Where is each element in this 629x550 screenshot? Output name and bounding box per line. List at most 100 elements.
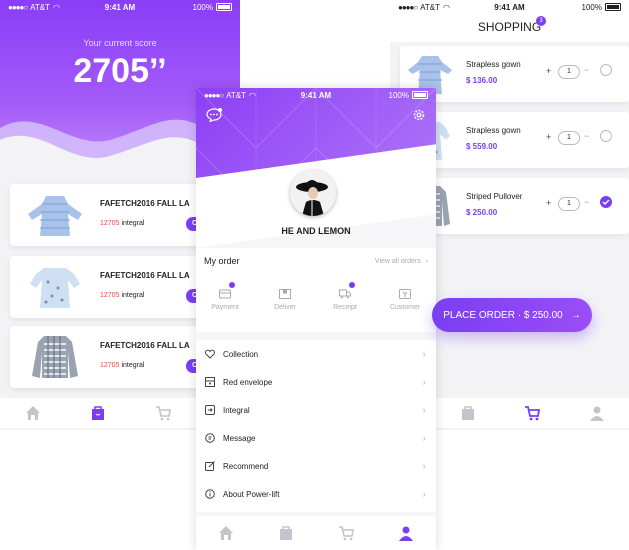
tab-user[interactable] [565, 405, 629, 421]
receipt-icon [339, 282, 355, 299]
avatar[interactable] [290, 170, 336, 216]
order-label: Payment [211, 304, 239, 311]
order-receipt[interactable]: Receipt [316, 282, 374, 311]
product-title: FAFETCH2016 FALL LA [100, 199, 190, 208]
product-integral: 12705 integral [100, 220, 144, 227]
username: HE AND LEMON [281, 226, 351, 236]
message-icon [205, 433, 215, 443]
tab-home[interactable] [0, 405, 65, 421]
deliver-icon [279, 286, 291, 299]
view-all-label: View all orders [374, 258, 421, 265]
item-name: Strapless gown [466, 126, 521, 135]
quantity-field[interactable]: 1 [558, 131, 580, 145]
user-icon [589, 406, 604, 421]
item-price: $ 250.00 [466, 208, 498, 217]
badge-dot [349, 282, 355, 288]
tab-bar [0, 398, 196, 428]
battery-percent: 100% [581, 2, 602, 12]
item-price: $ 136.00 [466, 76, 498, 85]
tab-cart[interactable] [316, 525, 376, 541]
menu-item-collection[interactable]: Collection › [196, 340, 436, 368]
tab-bag[interactable] [256, 525, 316, 541]
decrease-button[interactable]: − [584, 197, 589, 207]
menu-label: Collection [223, 349, 259, 359]
cart-icon [156, 406, 172, 421]
select-checkbox[interactable] [600, 130, 612, 142]
avatar-image [290, 170, 336, 216]
settings-button[interactable] [412, 108, 426, 127]
item-name: Striped Pullover [466, 192, 523, 201]
view-all-orders-link[interactable]: View all orders › [375, 258, 428, 265]
place-order-label: PLACE ORDER · $ 250.00 [443, 309, 563, 321]
home-icon [25, 406, 40, 420]
payment-icon [219, 282, 235, 299]
home-icon [219, 526, 233, 540]
order-payment[interactable]: Payment [196, 282, 254, 311]
info-icon [205, 489, 215, 499]
envelope-icon [205, 377, 215, 387]
user-icon [399, 526, 413, 541]
order-label: Customer [389, 304, 421, 311]
decrease-button[interactable]: − [584, 65, 589, 75]
menu-item-message[interactable]: Message › [196, 424, 436, 452]
tab-cart[interactable] [500, 405, 564, 421]
menu-item-red-envelope[interactable]: Red envelope › [196, 368, 436, 396]
order-label: Receipt [333, 304, 357, 311]
product-image [28, 196, 82, 236]
chevron-right-icon: › [422, 404, 426, 416]
quantity-field[interactable]: 1 [558, 65, 580, 79]
menu-item-recommend[interactable]: Recommend › [196, 452, 436, 480]
item-price: $ 559.00 [466, 142, 498, 151]
arrow-right-icon: → [570, 309, 581, 321]
tab-user[interactable] [376, 525, 436, 541]
quantity-field[interactable]: 1 [558, 197, 580, 211]
points-value: 12705 [100, 220, 120, 227]
chat-icon [206, 108, 222, 123]
tab-bag[interactable] [436, 405, 500, 421]
tab-home[interactable] [196, 525, 256, 541]
heart-icon [205, 349, 215, 359]
status-bar: ●●●●○ AT&T ◠ 9:41 AM 100% [0, 0, 240, 14]
status-bar: ●●●●○ AT&T ◠ 9:41 AM 100% [390, 0, 629, 14]
battery-icon [412, 91, 428, 99]
tab-bar [196, 516, 436, 550]
bag-icon [91, 406, 104, 420]
select-checkbox[interactable] [600, 64, 612, 76]
menu-item-about[interactable]: About Power-lift › [196, 480, 436, 508]
increase-button[interactable]: + [546, 132, 551, 142]
bag-icon [462, 406, 475, 420]
product-integral: 12705 integral [100, 292, 144, 299]
increase-button[interactable]: + [546, 66, 551, 76]
tab-bag[interactable] [65, 405, 130, 421]
battery-icon [216, 3, 232, 11]
item-name: Strapless gown [466, 60, 521, 69]
bag-icon [280, 526, 292, 540]
decrease-button[interactable]: − [584, 131, 589, 141]
battery-percent: 100% [192, 2, 213, 12]
place-order-button[interactable]: PLACE ORDER · $ 250.00 → [432, 298, 592, 332]
order-deliver[interactable]: Deliver [256, 286, 314, 311]
customer-icon [399, 286, 411, 299]
product-image [30, 268, 80, 308]
chevron-right-icon: › [422, 376, 426, 388]
select-checkbox[interactable] [600, 196, 612, 208]
tab-cart[interactable] [131, 405, 196, 421]
menu-label: About Power-lift [223, 489, 280, 499]
order-customer[interactable]: Customer [376, 286, 434, 311]
cart-count-badge: 3 [536, 16, 546, 26]
chevron-right-icon: › [422, 460, 426, 472]
product-title: FAFETCH2016 FALL LA [100, 271, 190, 280]
increase-button[interactable]: + [546, 198, 551, 208]
message-button[interactable] [206, 108, 222, 127]
order-label: Deliver [274, 304, 296, 311]
my-order-title: My order [204, 256, 240, 266]
my-order-section: My order View all orders › Payment Deliv… [196, 248, 436, 332]
points-value: 12705 [100, 292, 120, 299]
product-image [32, 336, 78, 378]
recommend-icon [205, 461, 215, 471]
points-unit: integral [121, 292, 145, 299]
menu-item-integral[interactable]: Integral › [196, 396, 436, 424]
score-value: 2705’’ [73, 52, 167, 90]
battery-icon [605, 3, 621, 11]
chevron-right-icon: › [422, 432, 426, 444]
